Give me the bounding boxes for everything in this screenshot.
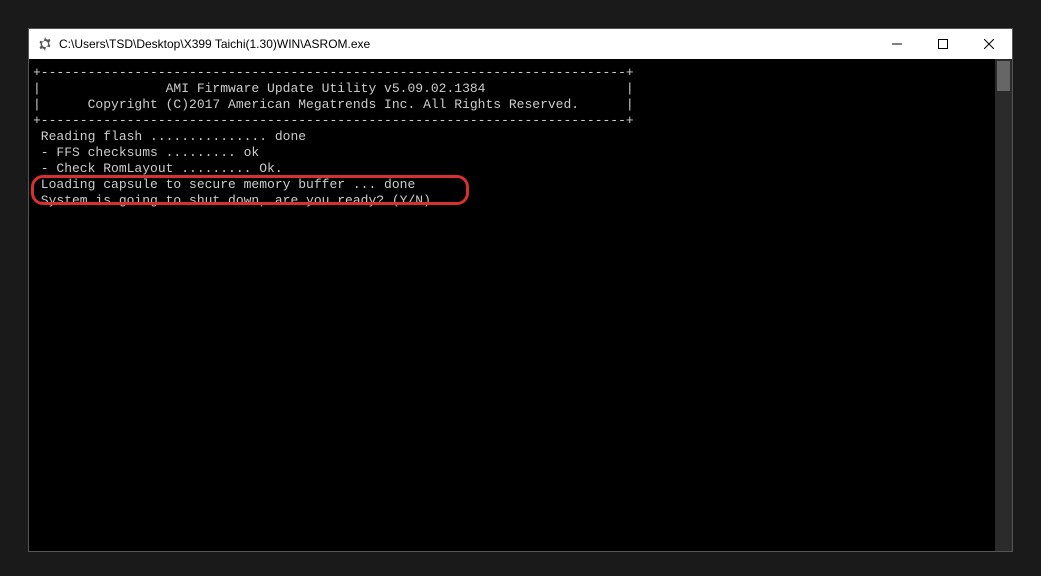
titlebar: C:\Users\TSD\Desktop\X399 Taichi(1.30)WI… — [29, 29, 1012, 59]
console-area[interactable]: +---------------------------------------… — [29, 59, 1012, 551]
close-button[interactable] — [966, 29, 1012, 59]
scrollbar-thumb[interactable] — [997, 61, 1010, 91]
window-controls — [874, 29, 1012, 59]
maximize-button[interactable] — [920, 29, 966, 59]
gear-icon — [37, 36, 53, 52]
window-title: C:\Users\TSD\Desktop\X399 Taichi(1.30)WI… — [59, 37, 874, 51]
console-window: C:\Users\TSD\Desktop\X399 Taichi(1.30)WI… — [28, 28, 1013, 552]
console-output: +---------------------------------------… — [29, 59, 1012, 215]
minimize-button[interactable] — [874, 29, 920, 59]
vertical-scrollbar[interactable] — [995, 59, 1012, 551]
